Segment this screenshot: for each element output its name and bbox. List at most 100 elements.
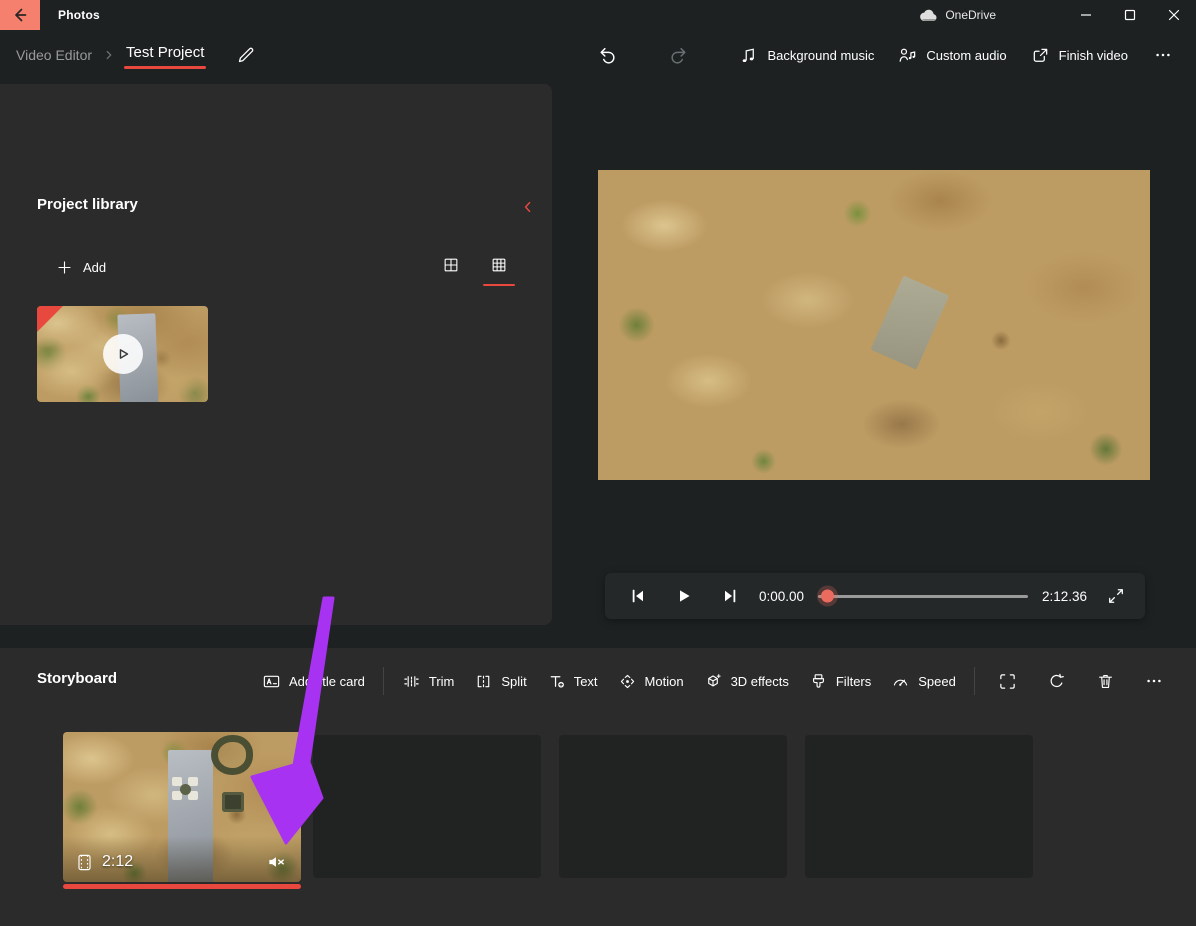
next-frame-button[interactable] — [713, 579, 747, 613]
motion-label: Motion — [644, 673, 684, 689]
trim-label: Trim — [428, 673, 455, 689]
speed-label: Speed — [918, 673, 956, 689]
filters-label: Filters — [835, 673, 872, 689]
onedrive-button[interactable]: OneDrive — [911, 0, 1004, 30]
muted-audio-icon[interactable] — [264, 850, 289, 874]
large-grid-view-button[interactable] — [438, 252, 464, 278]
maximize-icon — [1122, 7, 1138, 23]
cloud-icon — [919, 8, 938, 22]
grid-3x3-icon — [492, 258, 506, 272]
crop-frame-icon — [998, 672, 1017, 691]
rename-project-button[interactable] — [232, 41, 260, 69]
empty-storyboard-slot — [805, 735, 1033, 878]
library-video-thumbnail[interactable] — [37, 306, 208, 402]
delete-button[interactable] — [1081, 665, 1130, 698]
split-button[interactable]: Split — [464, 665, 536, 698]
empty-storyboard-slot — [559, 735, 787, 878]
project-library-panel: Project library Add — [0, 84, 552, 625]
undo-button[interactable] — [583, 37, 632, 74]
project-name-label: Test Project — [126, 43, 205, 61]
trash-icon — [1096, 672, 1115, 691]
finish-video-button[interactable]: Finish video — [1019, 38, 1140, 73]
breadcrumb-current-project[interactable]: Test Project — [124, 40, 207, 71]
play-button[interactable] — [667, 579, 701, 613]
project-library-title: Project library — [37, 196, 138, 213]
undo-icon — [597, 45, 618, 66]
plus-icon — [56, 259, 73, 276]
play-icon — [680, 590, 690, 602]
video-preview[interactable] — [598, 170, 1150, 480]
filters-button[interactable]: Filters — [799, 665, 881, 698]
small-grid-view-button[interactable] — [483, 252, 515, 286]
film-strip-icon — [75, 853, 94, 872]
clip-gadget — [222, 792, 245, 812]
custom-audio-button[interactable]: Custom audio — [886, 38, 1018, 73]
title-bar: Photos OneDrive — [0, 0, 1196, 30]
3d-effects-button[interactable]: 3D effects — [694, 665, 799, 698]
current-time: 0:00.00 — [759, 588, 805, 604]
add-media-button[interactable]: Add — [48, 253, 114, 282]
total-time: 2:12.36 — [1041, 588, 1087, 604]
play-overlay-icon — [102, 334, 143, 374]
ellipsis-icon — [1154, 46, 1172, 64]
text-icon — [547, 672, 566, 691]
rotate-button[interactable] — [1032, 665, 1081, 698]
onedrive-label: OneDrive — [945, 8, 996, 22]
redo-button[interactable] — [654, 37, 703, 74]
clip-duration: 2:12 — [75, 853, 133, 872]
selected-view-underline — [483, 283, 515, 286]
pencil-icon — [239, 47, 254, 63]
add-title-card-button[interactable]: Add title card — [252, 665, 375, 698]
filters-brush-icon — [809, 672, 828, 691]
trim-button[interactable]: Trim — [392, 665, 465, 698]
speed-button[interactable]: Speed — [881, 665, 966, 698]
ellipsis-icon — [1145, 672, 1163, 690]
3d-effects-label: 3D effects — [730, 673, 789, 689]
collapse-panel-button[interactable] — [516, 194, 540, 220]
seek-track — [818, 594, 1028, 598]
redo-icon — [668, 45, 689, 66]
app-title: Photos — [58, 8, 100, 22]
seek-thumb[interactable] — [821, 589, 835, 603]
close-button[interactable] — [1152, 0, 1196, 30]
preview-leaf-detail — [870, 274, 949, 369]
background-music-button[interactable]: Background music — [727, 38, 886, 73]
more-options-button[interactable] — [1140, 38, 1186, 72]
breadcrumb-video-editor[interactable]: Video Editor — [14, 43, 94, 67]
3d-cube-icon — [704, 672, 723, 691]
toolbar-separator — [382, 667, 384, 695]
playback-bar: 0:00.00 2:12.36 — [605, 573, 1145, 619]
storyboard-clip[interactable]: 2:12 — [63, 732, 301, 882]
grid-2x2-icon — [444, 258, 458, 272]
motion-button[interactable]: Motion — [608, 665, 694, 698]
storyboard-toolbar: Add title card Trim Split Text Motion 3D… — [252, 662, 1178, 700]
maximize-button[interactable] — [1108, 0, 1152, 30]
expand-icon — [1109, 589, 1123, 603]
storyboard-title: Storyboard — [37, 670, 118, 687]
back-button[interactable] — [0, 0, 40, 30]
trim-icon — [402, 672, 421, 691]
storyboard-more-button[interactable] — [1130, 665, 1178, 697]
text-label: Text — [573, 673, 598, 689]
export-icon — [1031, 46, 1050, 65]
fullscreen-button[interactable] — [1103, 583, 1129, 609]
clip-watch-band — [210, 735, 253, 775]
in-storyboard-badge — [37, 306, 63, 332]
minimize-button[interactable] — [1064, 0, 1108, 30]
background-music-label: Background music — [767, 47, 875, 63]
close-icon — [1166, 7, 1182, 23]
seek-slider[interactable] — [818, 586, 1028, 606]
next-frame-icon — [725, 589, 736, 603]
split-icon — [474, 672, 493, 691]
rotate-icon — [1047, 672, 1066, 691]
minimize-icon — [1078, 7, 1094, 23]
text-button[interactable]: Text — [537, 665, 608, 698]
clip-drone — [172, 777, 199, 801]
storyboard-section: Storyboard Add title card Trim Split Tex… — [0, 648, 1196, 926]
resize-button[interactable] — [983, 665, 1032, 698]
custom-audio-label: Custom audio — [926, 47, 1007, 63]
breadcrumb: Video Editor Test Project — [14, 40, 260, 71]
clip-duration-label: 2:12 — [102, 853, 134, 870]
previous-frame-button[interactable] — [621, 579, 655, 613]
command-bar: Video Editor Test Project Background mus… — [0, 30, 1196, 80]
